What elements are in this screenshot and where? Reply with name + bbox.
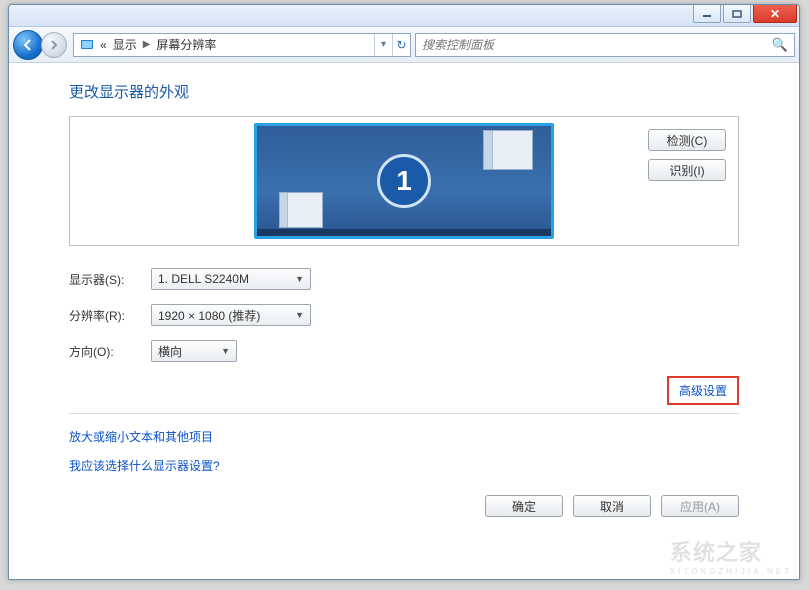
monitor-number: 1 [396, 165, 412, 197]
forward-button[interactable] [41, 32, 67, 58]
display-preview-panel: 1 检测(C) 识别(I) [69, 116, 739, 246]
breadcrumb-level2[interactable]: 屏幕分辨率 [156, 36, 216, 53]
display-value: 1. DELL S2240M [158, 272, 249, 286]
watermark-sub: XITONGZHIJIA.NET [670, 567, 792, 576]
chevron-right-icon: ▶ [143, 39, 151, 50]
address-bar[interactable]: « 显示 ▶ 屏幕分辨率 ▾ ↻ [73, 33, 411, 57]
maximize-icon [732, 10, 742, 18]
resolution-row: 分辨率(R): 1920 × 1080 (推荐) ▼ [69, 304, 739, 326]
orientation-row: 方向(O): 横向 ▼ [69, 340, 739, 362]
help-link[interactable]: 我应该选择什么显示器设置? [69, 457, 739, 474]
refresh-button[interactable]: ↻ [392, 34, 410, 56]
address-bar-controls: ▾ ↻ [374, 34, 410, 56]
monitor-badge: 1 [377, 154, 431, 208]
detect-button[interactable]: 检测(C) [648, 129, 726, 151]
preview-window-icon [279, 192, 323, 228]
preview-side-buttons: 检测(C) 识别(I) [648, 129, 726, 181]
display-label: 显示器(S): [69, 271, 151, 288]
chevron-down-icon: ▼ [221, 346, 230, 356]
chevron-down-icon: ▼ [295, 310, 304, 320]
orientation-combobox[interactable]: 横向 ▼ [151, 340, 237, 362]
content-area: 更改显示器的外观 1 检测(C) 识别(I) 显示器(S): 1. DELL S… [9, 63, 799, 474]
preview-taskbar [257, 229, 551, 236]
watermark: 系统之家 XITONGZHIJIA.NET [670, 535, 792, 576]
navigation-bar: « 显示 ▶ 屏幕分辨率 ▾ ↻ 🔍 [9, 27, 799, 63]
search-icon: 🔍 [772, 37, 788, 53]
advanced-row: 高级设置 [69, 376, 739, 405]
divider [69, 413, 739, 414]
cancel-button[interactable]: 取消 [573, 495, 651, 517]
resolution-label: 分辨率(R): [69, 307, 151, 324]
advanced-settings-link[interactable]: 高级设置 [667, 376, 739, 405]
apply-button[interactable]: 应用(A) [661, 495, 739, 517]
identify-button[interactable]: 识别(I) [648, 159, 726, 181]
search-box[interactable]: 🔍 [415, 33, 795, 57]
titlebar: ✕ [9, 5, 799, 27]
chevron-down-icon: ▼ [295, 274, 304, 284]
desktop-preview[interactable]: 1 [254, 123, 554, 239]
back-button[interactable] [13, 30, 43, 60]
text-scaling-link[interactable]: 放大或缩小文本和其他项目 [69, 428, 739, 445]
page-title: 更改显示器的外观 [69, 81, 739, 102]
arrow-left-icon [21, 38, 35, 52]
preview-window-icon [483, 130, 533, 170]
dialog-footer: 确定 取消 应用(A) [485, 495, 739, 517]
ok-button[interactable]: 确定 [485, 495, 563, 517]
arrow-right-icon [48, 39, 60, 51]
close-icon: ✕ [770, 7, 780, 21]
window-controls: ✕ [691, 5, 799, 26]
close-button[interactable]: ✕ [753, 5, 797, 23]
orientation-label: 方向(O): [69, 343, 151, 360]
breadcrumb-root: « [100, 38, 107, 52]
display-settings-form: 显示器(S): 1. DELL S2240M ▼ 分辨率(R): 1920 × … [69, 268, 739, 474]
resolution-combobox[interactable]: 1920 × 1080 (推荐) ▼ [151, 304, 311, 326]
minimize-button[interactable] [693, 5, 721, 23]
display-row: 显示器(S): 1. DELL S2240M ▼ [69, 268, 739, 290]
watermark-text: 系统之家 [670, 540, 762, 565]
breadcrumb-level1[interactable]: 显示 [113, 36, 137, 53]
orientation-value: 横向 [158, 343, 182, 360]
control-panel-window: ✕ « 显示 ▶ 屏幕分辨率 ▾ ↻ 🔍 [8, 4, 800, 580]
minimize-icon [702, 10, 712, 18]
resolution-value: 1920 × 1080 (推荐) [158, 307, 260, 324]
display-combobox[interactable]: 1. DELL S2240M ▼ [151, 268, 311, 290]
maximize-button[interactable] [723, 5, 751, 23]
address-dropdown-button[interactable]: ▾ [374, 34, 392, 56]
search-input[interactable] [422, 38, 772, 52]
control-panel-icon [78, 38, 96, 52]
